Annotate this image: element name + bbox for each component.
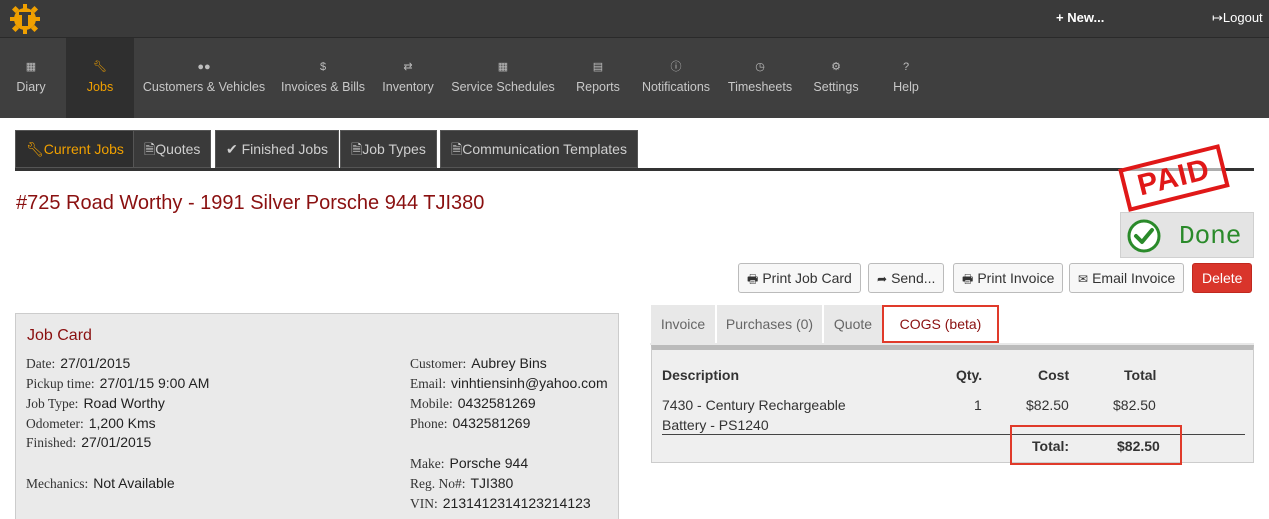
nav-reports[interactable]: ▤ Reports [568, 38, 628, 118]
tab-quote[interactable]: Quote [824, 305, 882, 343]
new-button[interactable]: + New... [1056, 10, 1104, 25]
share-icon: ➦ [877, 272, 888, 286]
info-icon: ⓘ [670, 61, 682, 73]
done-badge: Done [1120, 212, 1254, 258]
calendar-icon: ▦ [497, 61, 509, 73]
nav-timesheets[interactable]: ◷ Timesheets [722, 38, 798, 118]
bar-chart-icon: ▤ [592, 61, 604, 73]
calendar-icon: ▦ [25, 61, 37, 73]
print-job-card-button[interactable]: 🖶︎ Print Job Card [738, 263, 861, 293]
logo-icon[interactable] [10, 4, 40, 34]
plus-icon: + [1056, 10, 1068, 25]
subtab-current-jobs[interactable]: 🔧︎Current Jobs [15, 130, 135, 168]
envelope-icon: ✉ [1078, 272, 1089, 286]
subtab-divider [15, 168, 1254, 171]
nav-help[interactable]: ? Help [880, 38, 932, 118]
file-icon: 🗎︎ [451, 141, 463, 157]
nav-settings[interactable]: ⚙ Settings [806, 38, 866, 118]
customer-phone: Phone: 0432581269 [410, 415, 531, 431]
print-icon: 🖶︎ [962, 272, 974, 286]
nav-customers-vehicles[interactable]: ●● Customers & Vehicles [138, 38, 270, 118]
job-odometer: Odometer: 1,200 Kms [26, 415, 156, 431]
question-icon: ? [902, 61, 910, 73]
cogs-item-description: 7430 - Century Rechargeable [662, 397, 846, 413]
print-invoice-button[interactable]: 🖶︎ Print Invoice [953, 263, 1064, 293]
subtab-communication-templates[interactable]: 🗎︎Communication Templates [440, 130, 638, 168]
customer-mobile: Mobile: 0432581269 [410, 395, 536, 411]
vehicle-vin: VIN: 2131412314123214123 [410, 495, 591, 511]
col-cost: Cost [1038, 367, 1070, 383]
col-qty: Qty. [956, 367, 983, 383]
dollar-icon: $ [319, 61, 327, 73]
job-pickup-time: Pickup time: 27/01/15 9:00 AM [26, 375, 210, 391]
subtab-finished-jobs[interactable]: ✔ Finished Jobs [215, 130, 340, 168]
cogs-item-description-line2: Battery - PS1240 [662, 417, 769, 433]
done-label: Done [1179, 221, 1242, 251]
vehicle-make: Make: Porsche 944 [410, 455, 529, 471]
customer-name: Customer: Aubrey Bins [410, 355, 547, 371]
subtab-job-types[interactable]: 🗎︎Job Types [340, 130, 437, 168]
file-icon: 🗎︎ [144, 141, 156, 157]
subtab-quotes[interactable]: 🗎︎Quotes [133, 130, 212, 168]
cogs-item-total: $82.50 [1113, 397, 1156, 413]
cogs-item-qty: 1 [974, 397, 982, 413]
col-description: Description [662, 367, 740, 383]
email-invoice-button[interactable]: ✉ Email Invoice [1069, 263, 1185, 293]
total-highlight [1010, 425, 1182, 465]
gears-icon: ⚙ [831, 61, 841, 73]
wrench-icon: 🔧︎ [26, 141, 44, 157]
check-circle-icon [1127, 219, 1161, 253]
nav-diary[interactable]: ▦ Diary [0, 38, 62, 118]
job-type: Job Type: Road Worthy [26, 395, 165, 411]
tab-invoice[interactable]: Invoice [651, 305, 715, 343]
nav-jobs[interactable]: 🔧︎ Jobs [66, 38, 134, 118]
retweet-icon: ⇄ [403, 61, 413, 73]
print-icon: 🖶︎ [747, 272, 759, 286]
tab-cogs[interactable]: COGS (beta) [882, 305, 999, 343]
main-nav: ▦ Diary 🔧︎ Jobs ●● Customers & Vehicles … [0, 38, 1269, 118]
col-total: Total [1124, 367, 1157, 383]
customer-email: Email: vinhtiensinh@yahoo.com [410, 375, 608, 391]
vehicle-rego: Reg. No#: TJI380 [410, 475, 514, 491]
logout-icon: ↦ [1212, 10, 1223, 25]
delete-button[interactable]: Delete [1192, 263, 1253, 293]
file-icon: 🗎︎ [351, 141, 363, 157]
job-date: Date: 27/01/2015 [26, 355, 131, 371]
paid-stamp: PAID [1118, 144, 1230, 212]
job-card-title: Job Card [27, 327, 92, 344]
check-icon: ✔ [226, 141, 242, 157]
users-icon: ●● [197, 61, 211, 73]
top-bar: + New... ↦Logout [0, 0, 1269, 38]
nav-invoices-bills[interactable]: $ Invoices & Bills [276, 38, 370, 118]
nav-inventory[interactable]: ⇄ Inventory [376, 38, 440, 118]
send-button[interactable]: ➦ Send... [868, 263, 945, 293]
logout-button[interactable]: ↦Logout [1212, 10, 1263, 26]
nav-service-schedules[interactable]: ▦ Service Schedules [446, 38, 560, 118]
job-finished: Finished: 27/01/2015 [26, 434, 152, 450]
tab-purchases[interactable]: Purchases (0) [717, 305, 822, 343]
job-mechanics: Mechanics: Not Available [26, 475, 175, 491]
wrench-icon: 🔧︎ [93, 61, 107, 73]
page-title: #725 Road Worthy - 1991 Silver Porsche 9… [16, 192, 485, 214]
nav-notifications[interactable]: ⓘ Notifications [636, 38, 716, 118]
cogs-item-cost: $82.50 [1026, 397, 1069, 413]
clock-icon: ◷ [755, 61, 765, 73]
